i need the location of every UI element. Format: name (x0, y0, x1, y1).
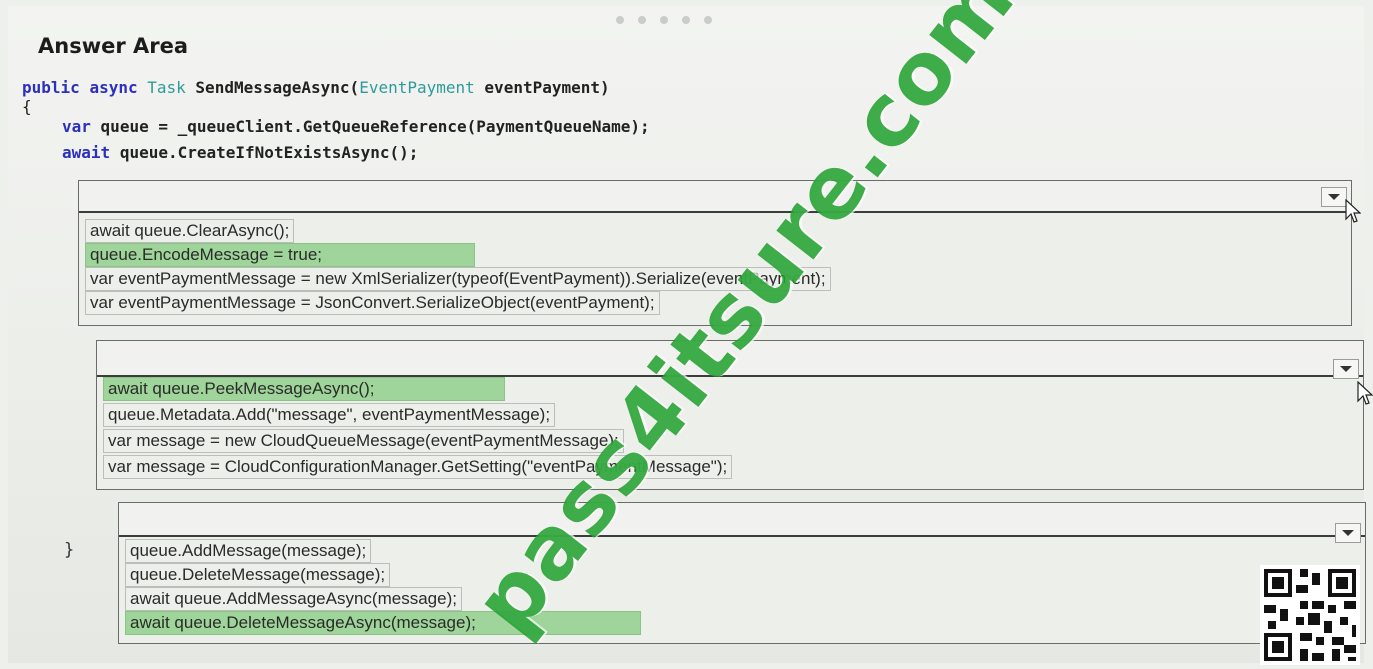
dropdown-1-option-2-selected[interactable]: queue.EncodeMessage = true; (85, 243, 475, 267)
mouse-pointer-icon (1357, 381, 1373, 405)
dropdown-2-option-3[interactable]: var message = new CloudQueueMessage(even… (103, 429, 624, 453)
type-task: Task (147, 78, 186, 97)
open-brace: { (22, 97, 32, 116)
dropdown-1-option-1[interactable]: await queue.ClearAsync(); (85, 219, 295, 243)
dropdown-3[interactable]: queue.AddMessage(message); queue.DeleteM… (118, 502, 1366, 644)
keyword-var: var (62, 117, 91, 136)
dropdown-3-header[interactable] (119, 503, 1365, 543)
method-name: SendMessageAsync( (195, 78, 360, 97)
dropdown-1-header[interactable] (79, 181, 1361, 223)
dot (660, 16, 668, 24)
chevron-down-icon[interactable] (1335, 523, 1361, 543)
dropdown-2-option-1-selected[interactable]: await queue.PeekMessageAsync(); (103, 377, 505, 401)
pagination-dots (616, 16, 712, 24)
answer-area-title: Answer Area (38, 34, 189, 58)
dropdown-1-option-4[interactable]: var eventPaymentMessage = JsonConvert.Se… (85, 291, 660, 315)
dot (704, 16, 712, 24)
keyword-await: await (62, 143, 111, 162)
dropdown-3-option-1[interactable]: queue.AddMessage(message); (125, 539, 372, 563)
code-line-create-queue: await queue.CreateIfNotExistsAsync(); (62, 143, 418, 162)
qr-code-icon (1260, 565, 1360, 665)
dot (638, 16, 646, 24)
keyword-public: public (22, 78, 80, 97)
dot (616, 16, 624, 24)
code-line-get-queue-text: queue = _queueClient.GetQueueReference(P… (100, 117, 650, 136)
dot (682, 16, 690, 24)
chevron-down-icon[interactable] (1321, 187, 1347, 207)
dropdown-2-option-2[interactable]: queue.Metadata.Add("message", eventPayme… (103, 403, 556, 427)
code-line-get-queue: var queue = _queueClient.GetQueueReferen… (62, 117, 650, 136)
mouse-pointer-icon (1345, 199, 1361, 223)
dropdown-3-option-4-selected[interactable]: await queue.DeleteMessageAsync(message); (125, 611, 641, 635)
chevron-down-icon[interactable] (1333, 359, 1359, 379)
param-name: eventPayment) (484, 78, 610, 97)
type-eventpayment: EventPayment (359, 78, 475, 97)
code-line-create-queue-text: queue.CreateIfNotExistsAsync(); (119, 143, 419, 162)
keyword-async: async (89, 78, 138, 97)
code-line-signature: public async Task SendMessageAsync(Event… (22, 78, 610, 97)
close-brace: } (64, 540, 75, 560)
dropdown-3-option-2[interactable]: queue.DeleteMessage(message); (125, 563, 391, 587)
dropdown-3-option-3[interactable]: await queue.AddMessageAsync(message); (125, 587, 462, 611)
